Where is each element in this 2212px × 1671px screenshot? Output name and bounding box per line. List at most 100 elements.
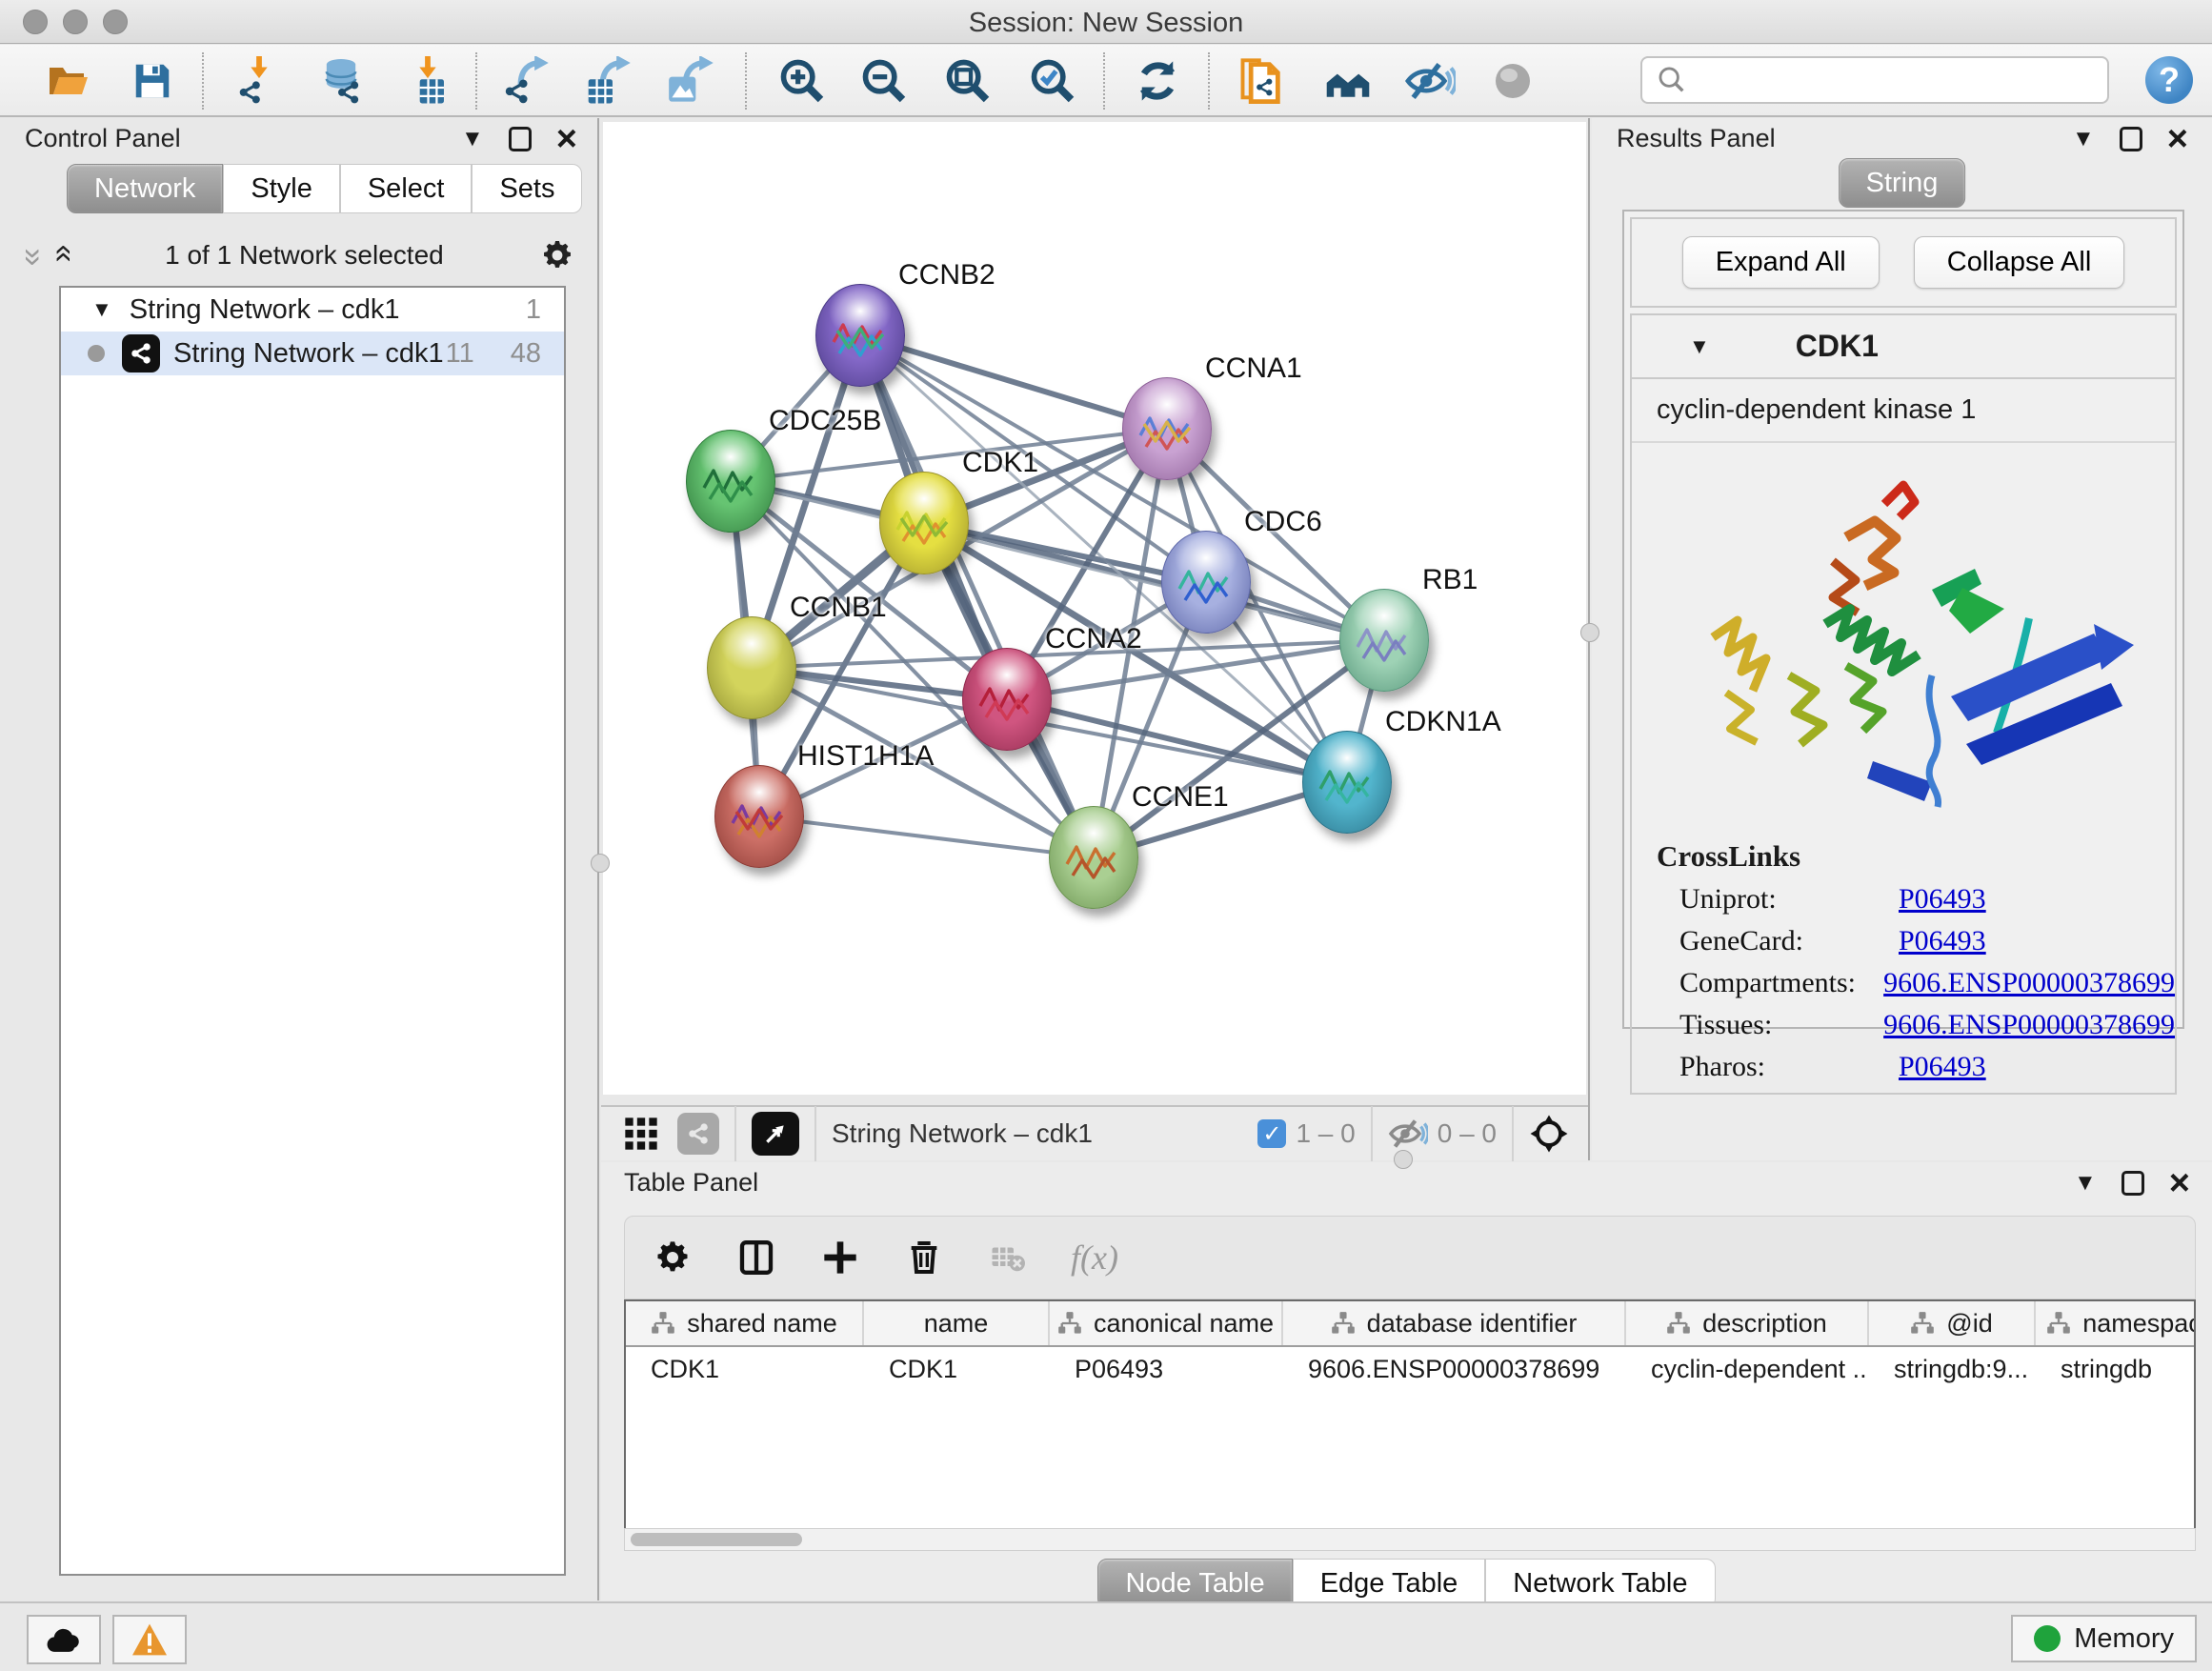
panel-collapse-icon[interactable]: ▼ [2074, 1170, 2097, 1197]
warning-status-button[interactable] [112, 1615, 187, 1664]
show-columns-icon[interactable] [735, 1237, 777, 1278]
network-edge[interactable] [860, 335, 1167, 429]
network-node-CDK1[interactable] [879, 472, 969, 574]
panel-float-icon[interactable] [509, 127, 532, 151]
import-network-icon[interactable] [232, 54, 286, 108]
panel-close-icon[interactable]: × [2167, 127, 2188, 151]
birdseye-toggle-icon[interactable] [752, 1112, 799, 1156]
save-icon[interactable] [126, 54, 179, 108]
add-column-icon[interactable] [819, 1237, 861, 1278]
network-node-label: CDC6 [1244, 506, 1322, 538]
column-header-database-identifier[interactable]: database identifier [1283, 1301, 1626, 1345]
crosslink-link[interactable]: P06493 [1899, 1051, 1986, 1083]
network-row[interactable]: String Network – cdk1 11 48 [61, 332, 564, 375]
network-canvas[interactable]: CCNB2CCNA1CDC25BCDK1CDC6RB1CCNB1CCNA2CDK… [603, 122, 1586, 1095]
zoom-in-icon[interactable] [775, 54, 829, 108]
export-table-icon[interactable] [582, 54, 635, 108]
column-header-description[interactable]: description [1626, 1301, 1869, 1345]
search-input[interactable] [1698, 66, 2107, 95]
open-folder-icon[interactable] [42, 54, 95, 108]
bottom-divider-handle[interactable] [1394, 1150, 1413, 1169]
collapse-all-button[interactable]: Collapse All [1914, 236, 2125, 289]
network-node-RB1[interactable] [1339, 589, 1429, 692]
panel-close-icon[interactable]: × [556, 127, 577, 151]
network-node-CCNB1[interactable] [707, 616, 796, 719]
gene-expander-icon[interactable]: ▼ [1689, 334, 1710, 359]
right-divider-handle[interactable] [1580, 623, 1599, 642]
tab-style[interactable]: Style [223, 164, 339, 213]
export-network-icon[interactable] [500, 54, 553, 108]
network-node-HIST1H1A[interactable] [714, 765, 804, 868]
zoom-selected-icon[interactable] [1026, 54, 1079, 108]
memory-button[interactable]: Memory [2011, 1615, 2197, 1662]
network-node-CDC6[interactable] [1161, 531, 1251, 634]
expand-all-networks-icon[interactable]: » [45, 249, 77, 263]
hierarchy-icon [1331, 1311, 1356, 1336]
table-cell[interactable]: CDK1 [626, 1347, 864, 1391]
column-header-name[interactable]: name [864, 1301, 1050, 1345]
houses-icon[interactable] [1321, 54, 1375, 108]
table-cell[interactable]: CDK1 [864, 1347, 1050, 1391]
cloud-status-button[interactable] [27, 1615, 101, 1664]
tab-string[interactable]: String [1839, 158, 1966, 208]
network-edge[interactable] [759, 816, 1094, 857]
zoom-fit-icon[interactable] [941, 54, 995, 108]
selected-nodes-checkbox[interactable]: ✓ [1257, 1119, 1286, 1148]
table-row[interactable]: CDK1CDK1P064939606.ENSP00000378699cyclin… [626, 1347, 2194, 1391]
column-header-@id[interactable]: @id [1869, 1301, 2036, 1345]
panel-collapse-icon[interactable]: ▼ [461, 126, 484, 152]
control-panel-title: Control Panel [25, 124, 181, 153]
scrollbar-thumb[interactable] [631, 1533, 802, 1546]
network-collection-row[interactable]: ▼ String Network – cdk1 1 [61, 288, 564, 332]
column-header-namespac[interactable]: namespac [2036, 1301, 2196, 1345]
zoom-out-icon[interactable] [857, 54, 911, 108]
table-cell[interactable]: stringdb:9... [1869, 1347, 2036, 1391]
grid-view-icon[interactable] [622, 1115, 660, 1153]
crosslink-link[interactable]: P06493 [1899, 883, 1986, 916]
crosslink-link[interactable]: 9606.ENSP00000378699 [1883, 1009, 2175, 1041]
network-node-CCNA1[interactable] [1122, 377, 1212, 480]
tab-network[interactable]: Network [67, 164, 223, 213]
tab-sets[interactable]: Sets [472, 164, 582, 213]
network-node-label: CDC25B [769, 405, 881, 437]
column-header-shared-name[interactable]: shared name [626, 1301, 864, 1345]
table-cell[interactable]: cyclin-dependent ... [1626, 1347, 1869, 1391]
network-node-CDKN1A[interactable] [1302, 731, 1392, 834]
gene-section-header[interactable]: ▼ CDK1 [1632, 315, 2175, 379]
network-node-CCNA2[interactable] [962, 648, 1052, 751]
panel-close-icon[interactable]: × [2169, 1171, 2190, 1196]
panel-float-icon[interactable] [2122, 1171, 2144, 1196]
footer-separator [814, 1106, 816, 1161]
network-edge[interactable] [860, 335, 1094, 857]
table-cell[interactable]: stringdb [2036, 1347, 2196, 1391]
help-icon[interactable]: ? [2145, 56, 2193, 104]
fit-selected-crosshair-icon[interactable] [1529, 1114, 1569, 1154]
network-overview-icon[interactable] [677, 1113, 719, 1155]
network-options-gear-icon[interactable] [540, 238, 574, 272]
delete-column-trash-icon[interactable] [903, 1237, 945, 1278]
column-header-canonical-name[interactable]: canonical name [1050, 1301, 1283, 1345]
hide-eye-icon[interactable] [1403, 54, 1457, 108]
panel-collapse-icon[interactable]: ▼ [2072, 126, 2095, 152]
panel-float-icon[interactable] [2120, 127, 2142, 151]
hidden-items-eye-icon[interactable] [1388, 1117, 1428, 1151]
table-settings-gear-icon[interactable] [652, 1237, 694, 1278]
refresh-icon[interactable] [1131, 54, 1184, 108]
expand-all-button[interactable]: Expand All [1682, 236, 1880, 289]
crosslink-link[interactable]: P06493 [1899, 925, 1986, 957]
table-horizontal-scrollbar[interactable] [624, 1528, 2196, 1551]
network-document-icon[interactable] [1235, 54, 1288, 108]
left-divider-handle[interactable] [591, 854, 610, 873]
import-network-database-icon[interactable] [314, 54, 368, 108]
show-eye-icon[interactable] [1486, 54, 1539, 108]
export-image-icon[interactable] [665, 54, 718, 108]
network-node-CCNE1[interactable] [1049, 806, 1138, 909]
tab-select[interactable]: Select [340, 164, 473, 213]
network-node-CDC25B[interactable] [686, 430, 775, 533]
table-cell[interactable]: 9606.ENSP00000378699 [1283, 1347, 1626, 1391]
table-cell[interactable]: P06493 [1050, 1347, 1283, 1391]
import-table-icon[interactable] [401, 54, 454, 108]
tree-expander-icon[interactable]: ▼ [91, 297, 112, 322]
network-node-CCNB2[interactable] [815, 284, 905, 387]
crosslink-link[interactable]: 9606.ENSP00000378699 [1883, 967, 2175, 999]
